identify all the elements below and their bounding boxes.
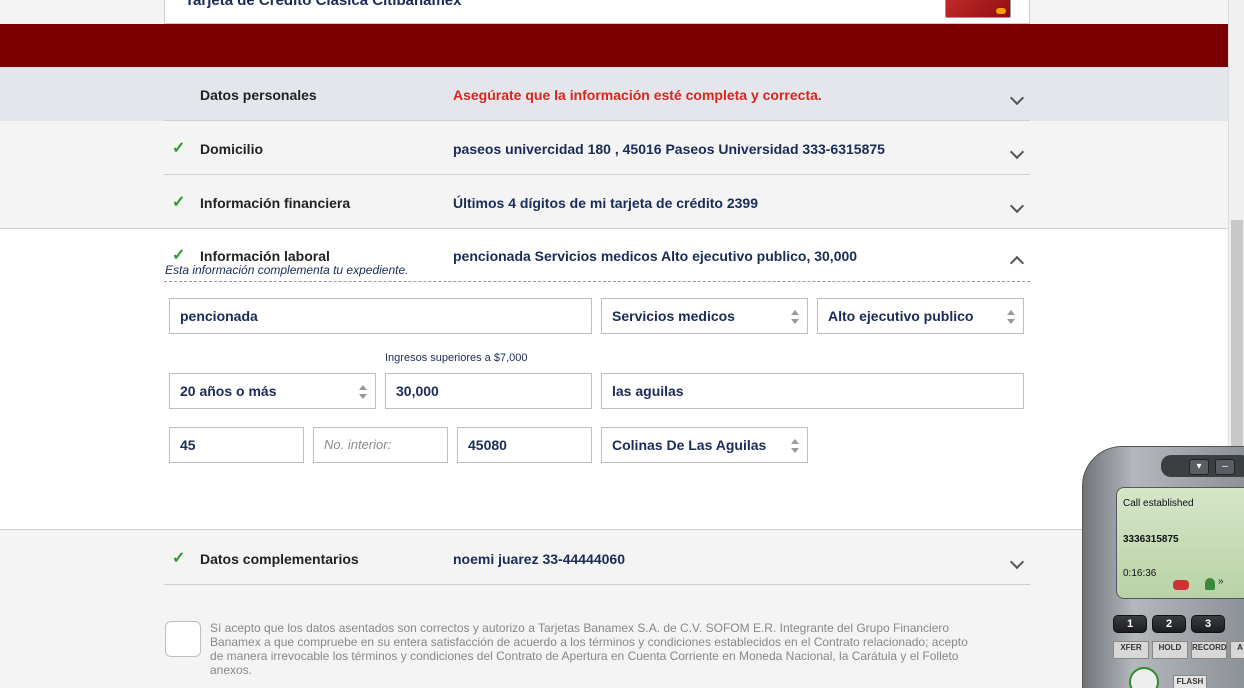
consent-text: Sí acepto que los datos asentados son co… [210, 621, 968, 677]
section-label: Información laboral [200, 248, 330, 264]
header-red-band [0, 24, 1228, 67]
extra-button[interactable]: A [1230, 641, 1244, 659]
xfer-button[interactable]: XFER [1113, 641, 1149, 659]
checkmark-icon: ✓ [172, 194, 186, 211]
section-subtitle: Esta información complementa tu expedien… [165, 263, 409, 277]
empresa-input[interactable]: pencionada [169, 298, 592, 334]
call-status: Call established [1123, 498, 1194, 509]
section-label: Información financiera [200, 195, 351, 211]
consent-checkbox[interactable] [165, 621, 201, 657]
keypad-key-1[interactable]: 1 [1113, 615, 1147, 633]
calle-input[interactable]: las aguilas [601, 373, 1024, 409]
softphone-screen: Call established 3336315875 0:16:36 » [1116, 487, 1244, 599]
checkmark-icon: ✓ [172, 550, 186, 567]
chevron-down-icon[interactable] [1009, 198, 1025, 214]
giro-select[interactable]: Servicios medicos [601, 298, 808, 334]
section-label: Domicilio [200, 141, 264, 157]
select-arrows-icon [359, 385, 367, 399]
keypad-key-3[interactable]: 3 [1191, 615, 1225, 633]
record-button[interactable]: RECORD [1191, 641, 1227, 659]
call-number: 3336315875 [1123, 534, 1179, 545]
keypad-key-2[interactable]: 2 [1152, 615, 1186, 633]
giro-value: Servicios medicos [612, 308, 735, 324]
chevron-down-icon[interactable] [1009, 144, 1025, 160]
dropdown-icon[interactable]: ▾ [1189, 459, 1209, 475]
no-exterior-input[interactable]: 45 [169, 427, 304, 463]
hold-button[interactable]: HOLD [1152, 641, 1188, 659]
section-domicilio[interactable]: ✓ Domicilio paseos univercidad 180 , 450… [164, 121, 1030, 175]
section-informacion-laboral[interactable]: ✓ Información laboral pencionada Servici… [164, 228, 1030, 282]
section-label: Datos complementarios [200, 551, 359, 567]
colonia-value: Colinas De Las Aguilas [612, 437, 767, 453]
call-timer: 0:16:36 [1123, 568, 1157, 579]
answer-call-button[interactable] [1129, 667, 1159, 688]
minimize-icon[interactable]: – [1215, 459, 1235, 475]
credit-card-image [945, 0, 1011, 18]
chevron-down-icon[interactable] [1009, 554, 1025, 570]
codigo-postal-input[interactable]: 45080 [457, 427, 592, 463]
antiguedad-value: 20 años o más [180, 383, 277, 399]
card-title: Tarjeta de Crédito Clásica Citibanamex [185, 0, 462, 9]
chevron-up-icon[interactable] [1009, 255, 1025, 271]
section-datos-personales[interactable]: Datos personales Asegúrate que la inform… [164, 67, 1030, 121]
select-arrows-icon [1007, 310, 1015, 324]
section-summary: pencionada Servicios medicos Alto ejecut… [453, 248, 858, 264]
mastercard-icon [996, 8, 1006, 14]
signal-icon: » [1218, 576, 1224, 587]
section-datos-complementarios[interactable]: ✓ Datos complementarios noemi juarez 33-… [164, 531, 1030, 585]
softphone-widget: ▾ – Call established 3336315875 0:16:36 … [1082, 446, 1244, 688]
chevron-down-icon[interactable] [1009, 90, 1025, 106]
no-interior-input[interactable]: No. interior: [313, 427, 448, 463]
section-informacion-financiera[interactable]: ✓ Información financiera Últimos 4 dígit… [164, 175, 1030, 229]
checkmark-icon: ✓ [172, 140, 186, 157]
section-summary: paseos univercidad 180 , 45016 Paseos Un… [453, 141, 885, 157]
puesto-value: Alto ejecutivo publico [828, 308, 974, 324]
section-label: Datos personales [200, 87, 317, 103]
checkmark-icon: ✓ [172, 247, 186, 264]
colonia-select[interactable]: Colinas De Las Aguilas [601, 427, 808, 463]
antiguedad-select[interactable]: 20 años o más [169, 373, 376, 409]
top-card-strip: Tarjeta de Crédito Clásica Citibanamex [164, 0, 1030, 24]
section-warning: Asegúrate que la información esté comple… [453, 87, 822, 103]
section-summary: noemi juarez 33-44444060 [453, 551, 625, 567]
flash-button[interactable]: FLASH [1173, 675, 1207, 688]
ingresos-input[interactable]: 30,000 [385, 373, 592, 409]
user-icon [1205, 578, 1215, 590]
select-arrows-icon [791, 310, 799, 324]
section-summary: Últimos 4 dígitos de mi tarjeta de crédi… [453, 195, 758, 211]
phone-icon [1173, 580, 1189, 590]
ingresos-label: Ingresos superiores a $7,000 [385, 352, 528, 364]
select-arrows-icon [791, 439, 799, 453]
puesto-select[interactable]: Alto ejecutivo publico [817, 298, 1024, 334]
